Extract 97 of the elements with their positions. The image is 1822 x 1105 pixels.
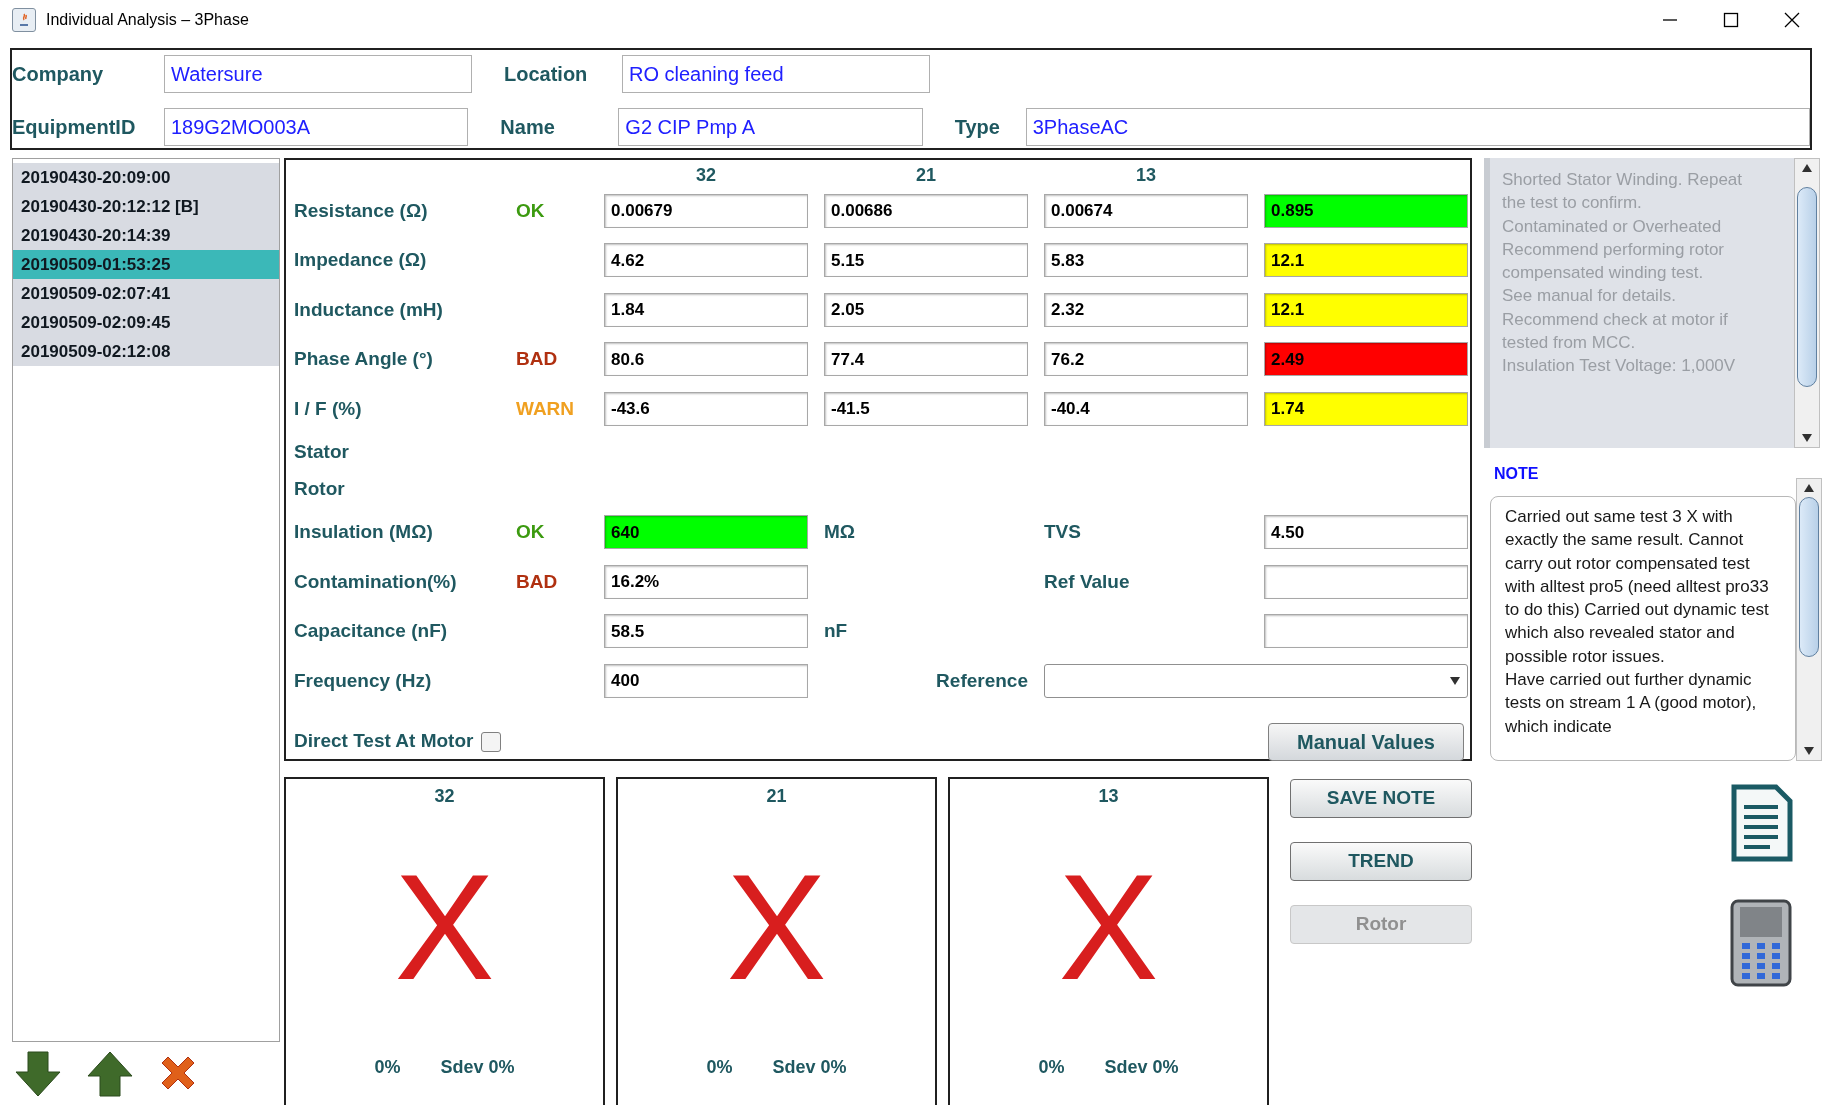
input-field[interactable] [1264, 564, 1468, 599]
input-field[interactable]: 400 [604, 663, 808, 698]
input-field[interactable]: 0.00674 [1044, 193, 1248, 228]
input-field[interactable]: 76.2 [1044, 342, 1248, 377]
input-field[interactable]: -43.6 [604, 391, 808, 426]
note-field[interactable]: Carried out same test 3 X with exactly the same result. Cannot carry out rotor compensated test with alltest pro5 (need alltest pro33 to do this) Carried out dynamic test which also revealed stator and possible rotor issues. Have carried out further dynamic tests on stream 1 A (good motor), which indicate [1490, 496, 1797, 761]
document-icon[interactable] [1730, 783, 1794, 863]
unit-label: MΩ [824, 520, 857, 544]
input-field[interactable]: 3PhaseAC [1025, 108, 1810, 146]
field-label: Ref Value [1044, 569, 1131, 594]
down-arrow-icon[interactable] [12, 1050, 64, 1098]
input-field[interactable]: 2.32 [1044, 292, 1248, 327]
status-text: OK [516, 198, 546, 223]
up-arrow-icon[interactable] [84, 1050, 136, 1098]
sdev-text: Sdev 0% [440, 1056, 515, 1079]
dropdown-arrow-icon[interactable] [1449, 675, 1461, 686]
input-field[interactable]: 4.50 [1264, 515, 1468, 550]
row-label: Frequency (Hz) [294, 668, 433, 693]
unit-label: nF [824, 619, 849, 643]
phase-label: 21 [766, 785, 787, 808]
meter-device-icon[interactable] [1730, 899, 1792, 987]
input-field[interactable]: RO cleaning feed [622, 55, 930, 93]
scroll-up-icon[interactable] [1801, 163, 1813, 173]
status-text: BAD [516, 569, 559, 594]
action-button[interactable]: SAVE NOTE [1290, 779, 1472, 818]
field-label: EquipmentID [12, 115, 137, 140]
row-label: Insulation (MΩ) [294, 520, 434, 544]
phase-label: 32 [434, 785, 455, 808]
section-label: Rotor [294, 476, 345, 501]
row-label: Phase Angle (°) [294, 347, 434, 371]
checkbox-label: Direct Test At Motor [294, 729, 474, 754]
result-mark: X [1058, 852, 1159, 1002]
input-field[interactable]: 1.74 [1264, 391, 1468, 426]
input-field[interactable]: 189G2MO003A [164, 108, 469, 146]
diagnosis-text: Shorted Stator Winding. Repeat the test to confirm. Contaminated or Overheated Recommend performing rotor compensated winding test. See manual for details. Recommend check at motor if tested from MCC. Insulation Test Voltage: 1,000V [1484, 158, 1794, 448]
field-label: TVS [1044, 520, 1082, 544]
row-label: Inductance (mH) [294, 297, 444, 322]
input-field[interactable]: G2 CIP Pmp A [618, 108, 923, 146]
input-field[interactable]: 0.00679 [604, 193, 808, 228]
input-field[interactable]: -40.4 [1044, 391, 1248, 426]
input-field[interactable]: -41.5 [824, 391, 1028, 426]
scroll-up-icon[interactable] [1803, 483, 1816, 493]
result-mark: X [726, 852, 827, 1002]
phase-label: 13 [1098, 785, 1119, 808]
field-label: Name [500, 115, 556, 140]
input-field[interactable] [1264, 614, 1468, 649]
scrollbar[interactable] [1796, 478, 1822, 761]
sdev-text: Sdev 0% [772, 1056, 847, 1079]
test-list-item[interactable]: 20190509-01:53:25 [13, 250, 279, 279]
percent-text: 0% [1038, 1056, 1065, 1079]
input-field[interactable]: 16.2% [604, 564, 808, 599]
column-header: 32 [695, 164, 717, 187]
input-field[interactable]: 58.5 [604, 614, 808, 649]
status-text: OK [516, 520, 546, 544]
input-field[interactable]: 1.84 [604, 292, 808, 327]
input-field[interactable]: 0.00686 [824, 193, 1028, 228]
input-field[interactable]: 2.05 [824, 292, 1028, 327]
close-icon[interactable] [1784, 12, 1800, 28]
input-field[interactable]: 5.83 [1044, 243, 1248, 278]
scroll-down-icon[interactable] [1801, 433, 1813, 443]
input-field[interactable]: 4.62 [604, 243, 808, 278]
column-header: 21 [915, 164, 937, 187]
sdev-text: Sdev 0% [1104, 1056, 1179, 1079]
row-label: Contamination(%) [294, 569, 458, 594]
input-field[interactable]: 12.1 [1264, 243, 1468, 278]
note-label: NOTE [1494, 464, 1540, 482]
result-mark: X [394, 852, 495, 1002]
row-label: Impedance (Ω) [294, 248, 428, 272]
maximize-icon[interactable] [1723, 12, 1739, 28]
section-label: Stator [294, 439, 349, 464]
percent-text: 0% [374, 1056, 401, 1079]
row-label: I / F (%) [294, 396, 363, 421]
input-field[interactable]: 0.895 [1264, 193, 1468, 228]
app-icon [12, 8, 36, 32]
input-field[interactable]: 12.1 [1264, 292, 1468, 327]
column-header: 13 [1135, 164, 1157, 187]
input-field[interactable]: 80.6 [604, 342, 808, 377]
input-field[interactable]: 77.4 [824, 342, 1028, 377]
row-label: Resistance (Ω) [294, 198, 429, 223]
input-field[interactable]: 2.49 [1264, 342, 1468, 377]
field-label: Company [12, 62, 105, 87]
window-title: Individual Analysis – 3Phase [46, 10, 249, 30]
scrollbar[interactable] [1794, 158, 1820, 448]
input-field[interactable]: Watersure [164, 55, 472, 93]
status-text: BAD [516, 347, 559, 371]
field-label: Reference [935, 668, 1028, 693]
action-button[interactable]: TREND [1290, 842, 1472, 881]
input-field[interactable]: 640 [604, 515, 808, 550]
status-text: WARN [516, 396, 576, 421]
scroll-down-icon[interactable] [1803, 746, 1816, 756]
input-field[interactable]: 5.15 [824, 243, 1028, 278]
checkbox[interactable] [481, 731, 502, 752]
manual-values-button[interactable]: Manual Values [1268, 722, 1464, 761]
field-label: Location [504, 62, 589, 87]
field-label: Type [954, 115, 1001, 140]
percent-text: 0% [706, 1056, 733, 1079]
row-label: Capacitance (nF) [294, 619, 449, 643]
